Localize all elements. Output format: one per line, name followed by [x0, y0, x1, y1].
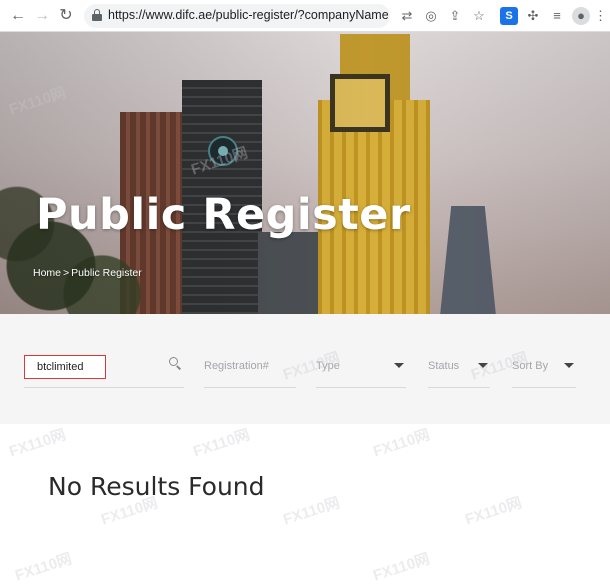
translate-icon[interactable]: ⇄: [398, 7, 416, 25]
watermark: FX110网: [371, 426, 432, 461]
watermark: FX110网: [463, 494, 524, 529]
search-icon[interactable]: [169, 357, 182, 370]
back-icon[interactable]: ←: [8, 6, 28, 26]
watermark: FX110网: [13, 550, 74, 584]
registration-placeholder: Registration#: [204, 360, 269, 372]
no-results-message: No Results Found: [48, 472, 265, 501]
company-search-input[interactable]: [24, 355, 106, 379]
type-placeholder: Type: [316, 360, 340, 372]
type-dropdown[interactable]: Type: [316, 340, 406, 388]
lock-icon[interactable]: [92, 9, 102, 21]
company-search-field: [24, 340, 184, 388]
eye-off-icon[interactable]: ◎: [422, 7, 440, 25]
profile-icon[interactable]: ●: [572, 7, 590, 25]
browser-toolbar: ← → ↻ https://www.difc.ae/public-registe…: [0, 0, 610, 32]
url-text[interactable]: https://www.difc.ae/public-register/?com…: [108, 8, 388, 22]
address-bar[interactable]: https://www.difc.ae/public-register/?com…: [84, 4, 390, 28]
more-icon[interactable]: ⋮: [594, 7, 607, 25]
watermark: FX110网: [191, 426, 252, 461]
reading-list-icon[interactable]: ≡: [548, 7, 566, 25]
status-dropdown[interactable]: Status: [428, 340, 490, 388]
breadcrumb-separator: >: [63, 267, 70, 279]
share-icon[interactable]: ⇪: [446, 7, 464, 25]
s-extension-icon[interactable]: S: [500, 7, 518, 25]
forward-icon[interactable]: →: [32, 6, 52, 26]
breadcrumb-home-link[interactable]: Home: [33, 267, 61, 279]
chevron-down-icon: [394, 363, 404, 368]
watermark: FX110网: [371, 550, 432, 584]
sort-by-dropdown[interactable]: Sort By: [512, 340, 576, 388]
chevron-down-icon: [478, 363, 488, 368]
registration-field[interactable]: Registration#: [204, 340, 296, 388]
star-icon[interactable]: ☆: [470, 7, 488, 25]
page-title: Public Register: [36, 190, 411, 240]
status-placeholder: Status: [428, 360, 460, 372]
watermark: FX110网: [7, 426, 68, 461]
puzzle-icon[interactable]: ✣: [524, 7, 542, 25]
sort-by-placeholder: Sort By: [512, 360, 549, 372]
breadcrumb-current: Public Register: [71, 267, 142, 279]
watermark: FX110网: [281, 494, 342, 529]
breadcrumb: Home > Public Register: [33, 267, 142, 279]
chevron-down-icon: [564, 363, 574, 368]
reload-icon[interactable]: ↻: [56, 6, 76, 26]
